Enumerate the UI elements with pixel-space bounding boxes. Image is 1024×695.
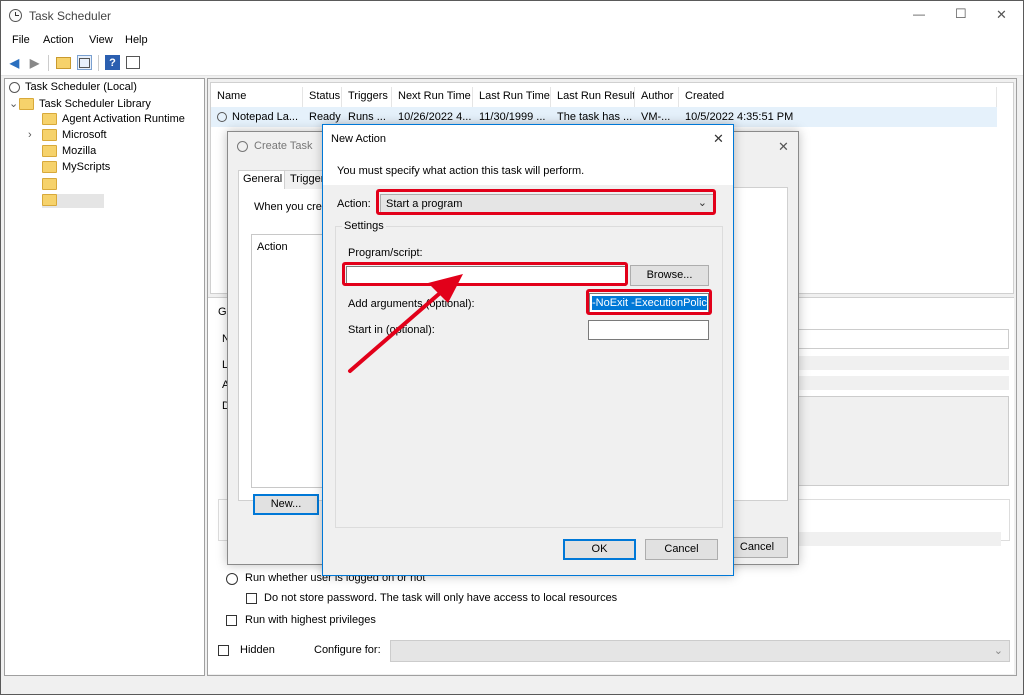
annotation-arrow-icon — [348, 274, 463, 373]
task-scheduler-window: Task Scheduler — ☐ ✕ File Action View He… — [0, 0, 1024, 695]
